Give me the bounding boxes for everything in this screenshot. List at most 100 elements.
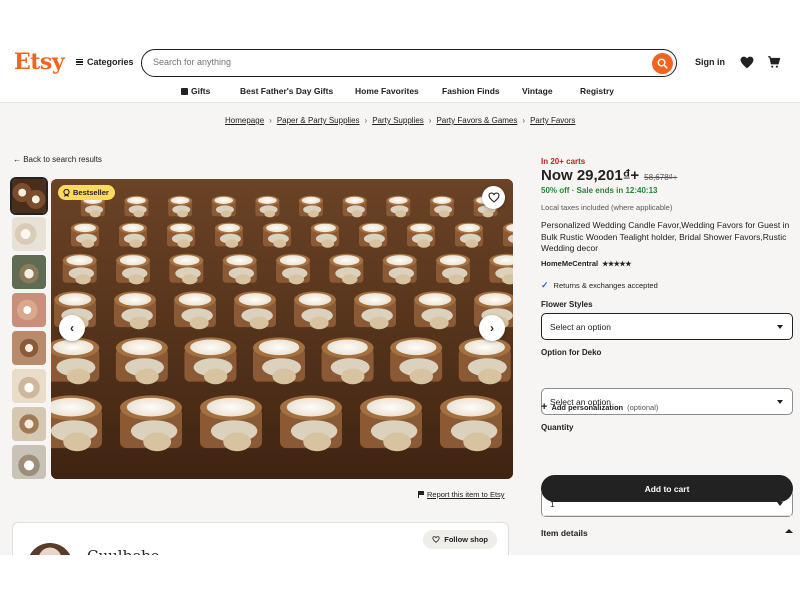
candle-wax: [410, 223, 432, 233]
heart-name-tag: [369, 316, 389, 330]
main-product-image[interactable]: Bestseller ‹ ›: [51, 179, 513, 479]
nav-item-fathers-day[interactable]: Best Father's Day Gifts: [240, 86, 333, 96]
heart-name-tag: [395, 210, 407, 218]
candle-wax: [173, 255, 200, 266]
candle-wax: [66, 255, 93, 266]
candle-wax: [206, 397, 256, 417]
nav-item-home-favorites[interactable]: Home Favorites: [355, 86, 419, 96]
deko-option-label: Option for Deko: [541, 348, 602, 357]
thumbnail[interactable]: [12, 293, 46, 327]
candle-wax: [178, 293, 212, 306]
heart-name-tag: [288, 274, 305, 285]
checkmark-icon: ✓: [541, 280, 549, 290]
candle-wax: [127, 196, 146, 204]
heart-name-tag: [249, 316, 269, 330]
flower-styles-select[interactable]: Select an option: [541, 313, 793, 340]
etsy-logo[interactable]: Etsy: [14, 49, 65, 75]
follow-shop-button[interactable]: Follow shop: [423, 530, 497, 549]
candle-wax: [432, 196, 452, 204]
item-details-toggle[interactable]: Item details: [541, 528, 793, 538]
heart-name-tag: [429, 316, 449, 330]
add-personalization-button[interactable]: + Add personalization (optional): [541, 401, 793, 413]
thumbnail-strip: [10, 177, 48, 483]
heart-name-tag: [463, 432, 492, 452]
thumbnail[interactable]: [12, 255, 46, 289]
candle-wax: [74, 223, 96, 233]
search-button[interactable]: [652, 52, 673, 74]
heart-name-tag: [273, 239, 287, 248]
heart-name-tag: [81, 239, 95, 248]
candle-wax: [118, 293, 152, 306]
heart-name-tag: [128, 274, 145, 285]
chevron-down-icon: [777, 502, 783, 506]
previous-image-button[interactable]: ‹: [59, 315, 85, 341]
heart-name-tag: [133, 210, 145, 218]
candle-wax: [214, 196, 234, 204]
breadcrumb-party-favors-games[interactable]: Party Favors & Games: [436, 116, 517, 125]
quantity-label: Quantity: [541, 423, 574, 432]
candle-wax: [446, 397, 496, 417]
breadcrumb-paper-party[interactable]: Paper & Party Supplies: [277, 116, 360, 125]
candle-wax: [121, 339, 163, 356]
breadcrumb-separator: ›: [428, 116, 432, 125]
next-image-button[interactable]: ›: [479, 315, 505, 341]
taxes-note: Local taxes included (where applicable): [541, 203, 673, 212]
nav-item-fashion-finds[interactable]: Fashion Finds: [442, 86, 500, 96]
add-to-cart-button[interactable]: Add to cart: [541, 475, 793, 502]
heart-name-tag: [129, 239, 143, 248]
nav-item-vintage[interactable]: Vintage: [522, 86, 553, 96]
candle-wax: [258, 196, 277, 204]
candle-wax: [366, 397, 416, 417]
report-item-link[interactable]: Report this item to Etsy: [418, 490, 505, 499]
candle-wax: [439, 255, 467, 266]
heart-name-tag: [203, 368, 228, 385]
bestseller-badge: Bestseller: [58, 185, 115, 200]
back-to-search-link[interactable]: ← Back to search results: [13, 155, 102, 164]
carts-count: In 20+ carts: [541, 157, 586, 166]
thumbnail[interactable]: [12, 331, 46, 365]
nav-item-registry[interactable]: Registry: [580, 86, 614, 96]
sign-in-link[interactable]: Sign in: [695, 57, 725, 67]
nav-item-gifts[interactable]: Gifts: [181, 86, 210, 96]
candle-wax: [226, 255, 253, 266]
candle-wax: [266, 223, 288, 233]
seller-name[interactable]: HomeMeCentral: [541, 259, 598, 268]
shop-avatar[interactable]: [27, 543, 73, 555]
breadcrumb-party-favors[interactable]: Party Favors: [530, 116, 575, 125]
search-input[interactable]: [153, 57, 633, 67]
returns-label: Returns & exchanges accepted: [553, 281, 658, 290]
heart-name-tag: [351, 210, 363, 218]
category-nav: Gifts Best Father's Day Gifts Home Favor…: [0, 81, 800, 103]
shop-name[interactable]: Cuulbebe: [87, 547, 160, 555]
candle-wax: [362, 223, 384, 233]
heart-name-tag: [478, 368, 502, 385]
heart-name-tag: [482, 210, 494, 218]
breadcrumb-party-supplies[interactable]: Party Supplies: [372, 116, 424, 125]
flag-icon: [418, 491, 424, 498]
thumbnail[interactable]: [12, 445, 46, 479]
heart-name-tag: [63, 432, 92, 452]
flower-styles-value: Select an option: [550, 321, 611, 332]
chevron-left-icon: ‹: [70, 321, 74, 335]
heart-name-tag: [303, 432, 332, 452]
heart-name-tag: [308, 210, 319, 218]
heart-name-tag: [369, 239, 383, 248]
cart-icon[interactable]: [767, 55, 781, 69]
menu-icon: [76, 59, 83, 65]
thumbnail[interactable]: [12, 217, 46, 251]
candle-wax: [345, 196, 364, 204]
heart-name-tag: [177, 210, 188, 218]
thumbnail[interactable]: [12, 407, 46, 441]
breadcrumb-homepage[interactable]: Homepage: [225, 116, 264, 125]
price-row: Now 29,201₫+ 58,678₫+: [541, 167, 793, 184]
thumbnail[interactable]: [12, 369, 46, 403]
categories-button[interactable]: Categories: [76, 57, 134, 67]
sale-info: 50% off · Sale ends in 12:40:13: [541, 186, 658, 195]
favorites-heart-icon[interactable]: [740, 56, 754, 69]
heart-name-tag: [143, 432, 172, 452]
heart-name-tag: [182, 274, 198, 285]
thumbnail[interactable]: [10, 177, 48, 215]
current-price: Now 29,201₫+: [541, 167, 640, 184]
heart-name-tag: [135, 368, 159, 385]
add-to-favorites-button[interactable]: [482, 186, 505, 209]
